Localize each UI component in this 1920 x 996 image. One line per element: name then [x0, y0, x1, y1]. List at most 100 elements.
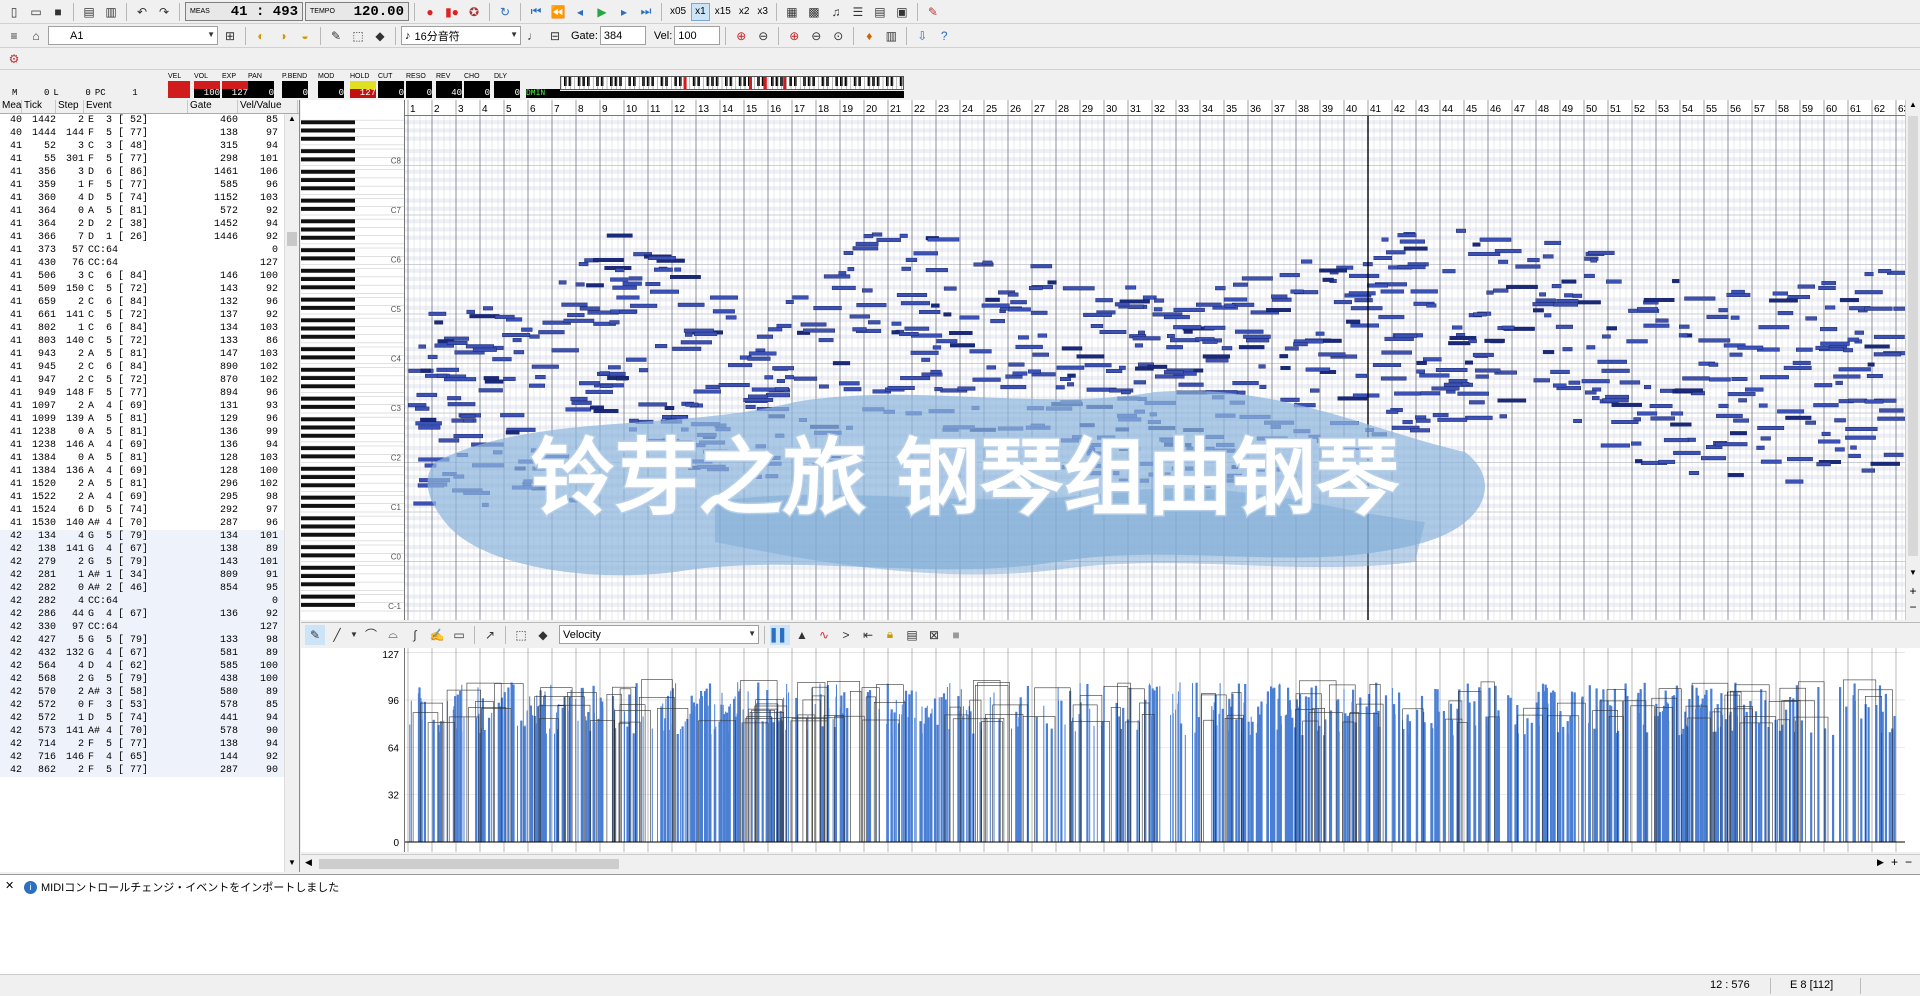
note-block[interactable]	[756, 334, 774, 339]
measure-number[interactable]: 1	[410, 104, 416, 115]
row-step[interactable]: 146	[56, 439, 84, 452]
note-block[interactable]	[1636, 411, 1658, 416]
row-tick[interactable]: 1522	[22, 491, 56, 504]
row-event[interactable]: A 4 [ 69]	[84, 400, 188, 413]
row-event[interactable]: G 5 [ 79]	[84, 556, 188, 569]
row-gate[interactable]: 295	[188, 491, 238, 504]
row-mea[interactable]: 41	[0, 205, 22, 218]
velocity-bar[interactable]	[1860, 718, 1863, 843]
note-block[interactable]	[810, 424, 839, 429]
col-header-tick[interactable]: Tick	[22, 100, 56, 113]
velocity-bar[interactable]	[1514, 724, 1517, 842]
note-block[interactable]	[1394, 333, 1418, 338]
note-block[interactable]	[792, 295, 809, 300]
note-block[interactable]	[563, 318, 595, 323]
velocity-bar[interactable]	[1754, 711, 1758, 842]
row-mea[interactable]: 42	[0, 699, 22, 712]
note-block[interactable]	[447, 396, 462, 401]
note-block[interactable]	[1271, 294, 1288, 299]
measure-number[interactable]: 61	[1850, 104, 1862, 115]
note-block[interactable]	[1843, 348, 1853, 353]
row-mea[interactable]: 41	[0, 179, 22, 192]
note-block[interactable]	[1878, 269, 1892, 274]
step-record-icon[interactable]: ▮●	[442, 2, 462, 22]
row-step[interactable]: 301	[56, 153, 84, 166]
row-mea[interactable]: 41	[0, 270, 22, 283]
velocity-bar[interactable]	[705, 688, 708, 842]
note-block[interactable]	[599, 371, 610, 376]
row-event[interactable]: A# 3 [ 58]	[84, 686, 188, 699]
velocity-bar[interactable]	[423, 701, 426, 842]
event-row[interactable]: 42 427 5 G 5 [ 79] 133 98	[0, 634, 299, 647]
row-vel-value[interactable]: 96	[238, 179, 278, 192]
row-tick[interactable]: 862	[22, 764, 56, 777]
note-block[interactable]	[1086, 404, 1113, 409]
row-tick[interactable]: 430	[22, 257, 56, 270]
velocity-bar[interactable]	[651, 728, 653, 843]
note-block[interactable]	[415, 421, 442, 426]
lock-icon[interactable]: 🔒︎	[880, 625, 900, 645]
measure-number[interactable]: 50	[1586, 104, 1598, 115]
velocity-bar[interactable]	[1675, 685, 1678, 842]
note-block[interactable]	[1821, 431, 1831, 436]
velocity-bar[interactable]	[840, 695, 843, 843]
note-block[interactable]	[1655, 318, 1669, 323]
note-block[interactable]	[674, 267, 682, 272]
note-block[interactable]	[1224, 303, 1236, 308]
velocity-bar[interactable]	[689, 713, 691, 842]
note-block[interactable]	[1083, 312, 1112, 317]
note-block[interactable]	[1552, 383, 1567, 388]
measure-number[interactable]: 36	[1250, 104, 1262, 115]
scroll-thumb[interactable]	[287, 232, 297, 246]
row-mea[interactable]: 40	[0, 114, 22, 127]
event-row[interactable]: 41 509 150 C 5 [ 72] 143 92	[0, 283, 299, 296]
quantize-icon[interactable]: ♦	[859, 26, 879, 46]
note-block[interactable]	[1456, 228, 1466, 233]
measure-number[interactable]: 28	[1058, 104, 1070, 115]
velocity-bar[interactable]	[1337, 699, 1340, 842]
note-block[interactable]	[1501, 325, 1515, 330]
note-block[interactable]	[1349, 273, 1380, 278]
note-block[interactable]	[905, 257, 918, 262]
measure-number[interactable]: 13	[698, 104, 710, 115]
note-block[interactable]	[420, 368, 431, 373]
note-block[interactable]	[503, 376, 516, 381]
velocity-bar[interactable]	[714, 704, 716, 842]
note-block[interactable]	[728, 363, 753, 368]
row-gate[interactable]: 128	[188, 465, 238, 478]
note-block[interactable]	[1339, 445, 1368, 450]
velocity-bar[interactable]	[725, 712, 729, 842]
note-block[interactable]	[680, 340, 712, 345]
row-step[interactable]: 0	[56, 699, 84, 712]
event-row[interactable]: 42 282 4 CC:64 0	[0, 595, 299, 608]
row-mea[interactable]: 41	[0, 166, 22, 179]
velocity-bar[interactable]	[660, 707, 663, 842]
row-vel-value[interactable]: 100	[238, 465, 278, 478]
velocity-bar[interactable]	[866, 692, 869, 842]
velocity-bar[interactable]	[846, 708, 849, 842]
note-block[interactable]	[1371, 432, 1388, 437]
event-row[interactable]: 42 138 141 G 4 [ 67] 138 89	[0, 543, 299, 556]
note-block[interactable]	[852, 246, 879, 251]
note-block[interactable]	[579, 381, 600, 386]
velocity-bar[interactable]	[832, 719, 834, 842]
note-block[interactable]	[1730, 315, 1740, 320]
measure-number[interactable]: 42	[1394, 104, 1406, 115]
velocity-bar[interactable]	[1344, 713, 1347, 842]
note-block[interactable]	[1544, 240, 1562, 245]
note-block[interactable]	[427, 354, 438, 359]
row-step[interactable]: 1	[56, 712, 84, 725]
event-row[interactable]: 41 943 2 A 5 [ 81] 147 103	[0, 348, 299, 361]
event-row[interactable]: 41 803 140 C 5 [ 72] 133 86	[0, 335, 299, 348]
velocity-bar[interactable]	[420, 719, 423, 842]
note-block[interactable]	[1138, 330, 1145, 335]
velocity-bar[interactable]	[503, 717, 506, 842]
row-mea[interactable]: 42	[0, 634, 22, 647]
note-block[interactable]	[1472, 242, 1481, 247]
velocity-bar[interactable]	[1089, 708, 1091, 842]
velocity-bar[interactable]	[1536, 703, 1539, 842]
note-block[interactable]	[616, 295, 640, 300]
note-block[interactable]	[1760, 436, 1771, 441]
measure-number[interactable]: 8	[578, 104, 584, 115]
velocity-bar[interactable]	[1175, 709, 1177, 842]
